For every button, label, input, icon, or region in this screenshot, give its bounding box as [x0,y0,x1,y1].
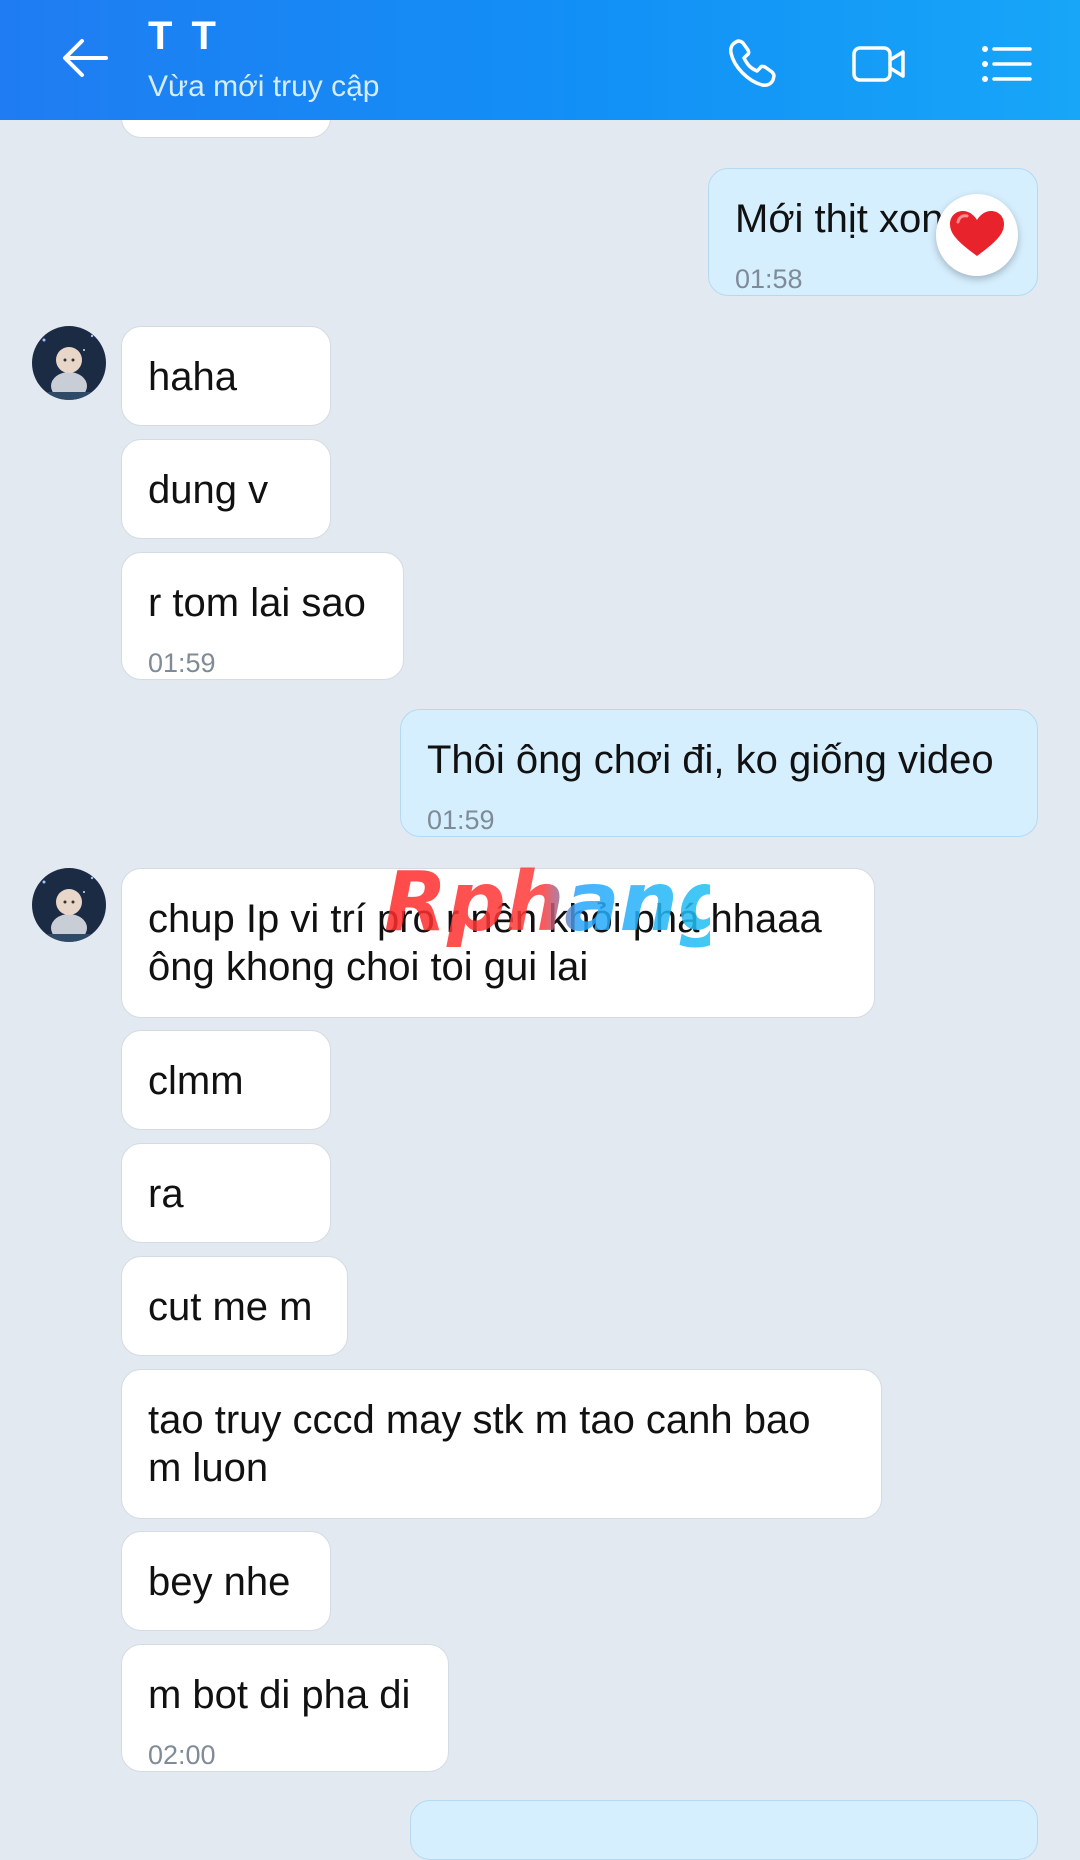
contact-status: Vừa mới truy cập [148,70,380,103]
video-camera-icon[interactable] [848,34,908,94]
list-menu-icon[interactable] [976,34,1036,94]
message-text: dung v [148,468,269,512]
avatar[interactable] [32,326,106,400]
message-text-line: tao truy cccd may stk m tao canh bao [148,1398,811,1442]
message-text: Thôi ông chơi đi, ko giống video [427,738,994,782]
message-bubble-incoming[interactable]: cut me m [121,1256,348,1356]
arrow-left-icon[interactable] [56,30,112,86]
message-bubble-partial[interactable] [410,1800,1038,1860]
heart-icon [950,211,1004,256]
message-text: cut me m [148,1285,313,1329]
message-bubble-incoming[interactable]: clmm [121,1030,331,1130]
message-text: clmm [148,1059,244,1103]
avatar-image [32,868,106,942]
chat-header: T T Vừa mới truy cập [0,0,1080,120]
message-bubble-incoming[interactable]: m bot di pha di 02:00 [121,1644,449,1772]
message-text: m bot di pha di [148,1673,411,1717]
message-bubble-incoming[interactable]: ra [121,1143,331,1243]
message-bubble-incoming[interactable]: tao truy cccd may stk m tao canh bao m l… [121,1369,882,1519]
message-text: r tom lai sao [148,581,366,625]
watermark-logo: Rphang [384,858,710,950]
message-text: ra [148,1172,184,1216]
phone-icon[interactable] [722,34,782,94]
contact-name[interactable]: T T [148,14,220,59]
message-list[interactable]: Mới thịt xong à 01:58 haha dung v r tom … [0,0,1080,1860]
reaction-badge[interactable] [936,194,1018,276]
message-time: 01:59 [148,648,216,678]
message-text: haha [148,355,237,399]
avatar-image [32,326,106,400]
message-bubble-incoming[interactable]: dung v [121,439,331,539]
message-text: bey nhe [148,1560,291,1604]
avatar[interactable] [32,868,106,942]
message-bubble-outgoing[interactable]: Thôi ông chơi đi, ko giống video 01:59 [400,709,1038,837]
message-bubble-incoming[interactable]: haha [121,326,331,426]
message-time: 01:58 [735,264,803,294]
message-time: 02:00 [148,1740,216,1770]
message-bubble-incoming[interactable]: bey nhe [121,1531,331,1631]
watermark-text: Rphang [384,858,710,950]
message-bubble-incoming[interactable]: r tom lai sao 01:59 [121,552,404,680]
message-time: 01:59 [427,805,495,835]
message-text-line: m luon [148,1446,269,1490]
